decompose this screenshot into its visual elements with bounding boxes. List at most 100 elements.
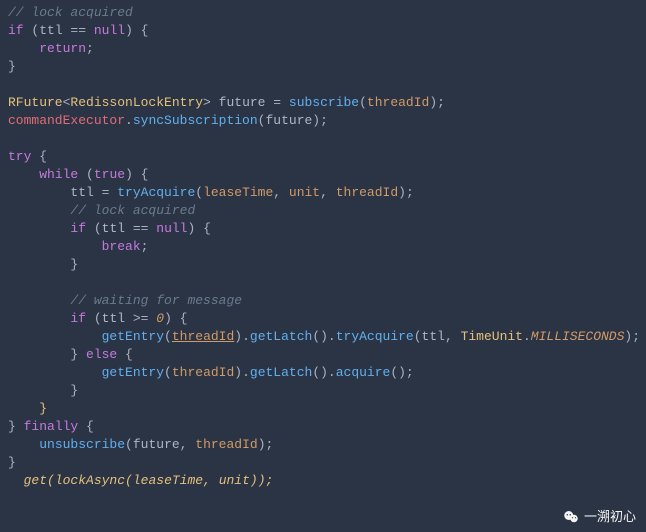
paren: ( (414, 329, 422, 344)
op-assign: = (265, 95, 288, 110)
arg-threadid: threadId (336, 185, 398, 200)
call-getlatch: getLatch (250, 365, 312, 380)
brace: } (8, 419, 24, 434)
comma: , (320, 185, 336, 200)
paren: )); (250, 473, 273, 488)
type-timeunit: TimeUnit (461, 329, 523, 344)
brace: { (78, 419, 94, 434)
brace: { (31, 149, 47, 164)
arg-future: future (265, 113, 312, 128)
type-entry: RedissonLockEntry (70, 95, 203, 110)
kw-null: null (156, 221, 187, 236)
op-eq: == (125, 221, 156, 236)
kw-else: else (86, 347, 117, 362)
call-acquire: acquire (336, 365, 391, 380)
paren: (); (390, 365, 413, 380)
chain: ). (234, 329, 250, 344)
kw-while: while (39, 167, 78, 182)
brace: { (117, 347, 133, 362)
semi: ; (86, 41, 94, 56)
kw-if: if (70, 311, 86, 326)
paren: ( (164, 365, 172, 380)
const-ms: MILLISECONDS (531, 329, 625, 344)
var-future: future (219, 95, 266, 110)
paren: ( (86, 221, 102, 236)
comma: , (203, 473, 219, 488)
var-ttl: ttl (102, 221, 125, 236)
call-getentry: getEntry (102, 365, 164, 380)
paren: ( (125, 473, 133, 488)
op-eq: == (63, 23, 94, 38)
semi: ; (141, 239, 149, 254)
dot: . (125, 113, 133, 128)
brace: ) { (125, 23, 148, 38)
paren: ( (125, 437, 133, 452)
arg-leasetime: leaseTime (133, 473, 203, 488)
var-ttl: ttl (102, 311, 125, 326)
watermark: 一溯初心 (562, 508, 636, 526)
comment: // lock acquired (70, 203, 195, 218)
kw-if: if (8, 23, 24, 38)
brace: } (39, 401, 47, 416)
chain: (). (312, 329, 335, 344)
kw-return: return (39, 41, 86, 56)
brace: ) { (164, 311, 187, 326)
arg-threadid: threadId (367, 95, 429, 110)
kw-break: break (102, 239, 141, 254)
chain: (). (312, 365, 335, 380)
paren: ); (258, 437, 274, 452)
arg-ttl: ttl (422, 329, 445, 344)
arg-unit: unit (289, 185, 320, 200)
comma: , (445, 329, 461, 344)
type-rfuture: RFuture (8, 95, 63, 110)
dot: . (523, 329, 531, 344)
brace: } (70, 347, 86, 362)
brace: } (70, 383, 78, 398)
code-editor[interactable]: // lock acquired if (ttl == null) { retu… (0, 0, 646, 498)
comma: , (180, 437, 196, 452)
lit-zero: 0 (156, 311, 164, 326)
paren: ( (195, 185, 203, 200)
call-tryacquire: tryAcquire (117, 185, 195, 200)
kw-true: true (94, 167, 125, 182)
call-subscribe: subscribe (289, 95, 359, 110)
arg-threadid: threadId (172, 365, 234, 380)
paren: ( (359, 95, 367, 110)
comment: // waiting for message (70, 293, 242, 308)
paren: ); (429, 95, 445, 110)
paren: ( (78, 167, 94, 182)
space (211, 95, 219, 110)
call-lockasync: lockAsync (55, 473, 125, 488)
call-getentry: getEntry (102, 329, 164, 344)
call-tryacquire: tryAcquire (336, 329, 414, 344)
comma: , (273, 185, 289, 200)
call-get: get (24, 473, 47, 488)
comment: // lock acquired (8, 5, 133, 20)
brace: } (8, 59, 16, 74)
arg-threadid: threadId (195, 437, 257, 452)
arg-future: future (133, 437, 180, 452)
call-syncsub: syncSubscription (133, 113, 258, 128)
kw-if: if (70, 221, 86, 236)
kw-finally: finally (24, 419, 79, 434)
paren: ); (398, 185, 414, 200)
call-getlatch: getLatch (250, 329, 312, 344)
paren: ( (164, 329, 172, 344)
paren: ( (24, 23, 40, 38)
op-assign: = (94, 185, 117, 200)
field-executor: commandExecutor (8, 113, 125, 128)
arg-threadid: threadId (172, 329, 234, 344)
call-unsubscribe: unsubscribe (39, 437, 125, 452)
paren: ); (624, 329, 640, 344)
var-ttl: ttl (39, 23, 62, 38)
angle: > (203, 95, 211, 110)
paren: ( (47, 473, 55, 488)
wechat-icon (562, 508, 580, 526)
var-ttl: ttl (70, 185, 93, 200)
arg-unit: unit (219, 473, 250, 488)
watermark-text: 一溯初心 (584, 508, 636, 526)
brace: } (8, 455, 16, 470)
kw-try: try (8, 149, 31, 164)
arg-leasetime: leaseTime (203, 185, 273, 200)
brace: } (70, 257, 78, 272)
